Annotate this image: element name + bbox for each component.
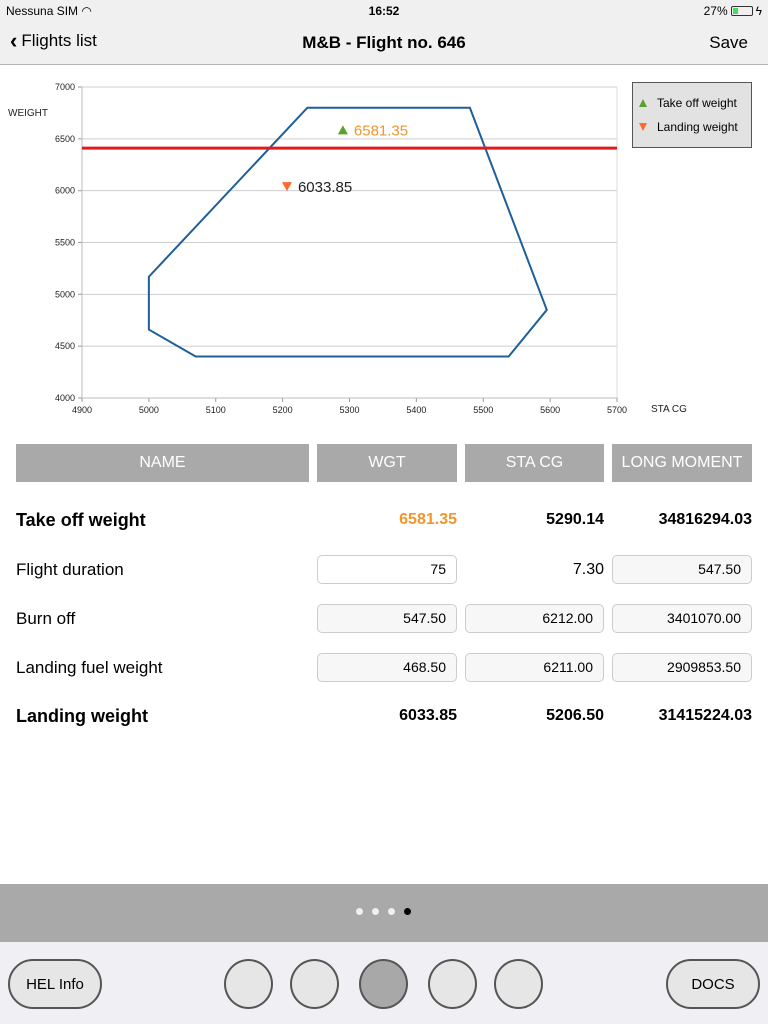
landing-long-moment-value: 31415224.03: [658, 707, 752, 724]
chevron-left-icon: ‹: [10, 28, 18, 53]
bolt-icon: ϟ: [755, 4, 762, 18]
page-control-bar: [0, 884, 768, 942]
y-tick-label: 5500: [55, 238, 75, 248]
y-tick-label: 5000: [55, 289, 75, 299]
battery-fill: [732, 8, 738, 14]
column-header-name: NAME: [16, 444, 309, 482]
docs-button[interactable]: DOCS: [666, 959, 760, 1009]
landing-fuel-sta-cg-field[interactable]: 6211.00: [465, 653, 604, 682]
burn-off-sta-cg-field[interactable]: 6212.00: [465, 604, 604, 633]
x-tick-label: 5100: [206, 405, 226, 415]
landing-fuel-wgt-field[interactable]: 468.50: [317, 653, 457, 682]
x-tick-label: 5700: [607, 405, 627, 415]
row-label-takeoff-weight: Take off weight: [16, 510, 146, 530]
triangle-down-icon: [639, 123, 647, 131]
status-bar: Nessuna SIM ◠ 16:52 27% ϟ: [0, 0, 768, 22]
battery-icon: [730, 6, 753, 16]
x-tick-label: 5200: [273, 405, 293, 415]
back-button[interactable]: ‹ Flights list: [10, 28, 97, 53]
legend-label: Take off weight: [657, 96, 737, 110]
burn-off-wgt-field[interactable]: 547.50: [317, 604, 457, 633]
cg-envelope: [147, 106, 548, 358]
takeoff-long-moment-value: 34816294.03: [658, 511, 752, 528]
hel-info-button[interactable]: HEL Info: [8, 959, 102, 1009]
row-label-landing-weight: Landing weight: [16, 706, 148, 726]
legend-label: Landing weight: [657, 120, 738, 134]
burn-off-moment-field[interactable]: 3401070.00: [612, 604, 752, 633]
landing-wgt-value: 6033.85: [399, 707, 457, 724]
bottom-toolbar: HEL Info DOCS: [0, 942, 768, 1024]
navigation-bar: ‹ Flights list M&B - Flight no. 646 Save: [0, 22, 768, 65]
takeoff-wgt-value: 6581.35: [399, 511, 457, 528]
x-tick-label: 5000: [139, 405, 159, 415]
takeoff-weight-marker: [337, 125, 348, 135]
row-label-landing-fuel-weight: Landing fuel weight: [16, 658, 163, 677]
back-label: Flights list: [21, 31, 97, 50]
y-tick-label: 6000: [55, 186, 75, 196]
x-tick-label: 5500: [473, 405, 493, 415]
takeoff-sta-cg-value: 5290.14: [546, 511, 604, 528]
y-axis-label: WEIGHT: [8, 108, 48, 119]
save-button[interactable]: Save: [709, 33, 748, 53]
data-label: 6581.35: [354, 122, 408, 139]
battery-indicator: 27% ϟ: [704, 4, 762, 18]
column-header-sta-cg: STA CG: [465, 444, 604, 482]
x-tick-label: 5300: [339, 405, 359, 415]
x-tick-label: 5600: [540, 405, 560, 415]
legend-item-landing: Landing weight: [639, 120, 738, 134]
legend-item-takeoff: Take off weight: [639, 96, 737, 110]
page-dot[interactable]: [372, 908, 379, 915]
flight-duration-moment-field[interactable]: 547.50: [612, 555, 752, 584]
triangle-up-icon: [639, 99, 647, 107]
page-title: M&B - Flight no. 646: [302, 33, 466, 52]
landing-fuel-moment-field[interactable]: 2909853.50: [612, 653, 752, 682]
page-dot[interactable]: [388, 908, 395, 915]
landing-weight-marker: [281, 182, 292, 192]
column-header-wgt: WGT: [317, 444, 457, 482]
x-axis-label: STA CG: [651, 404, 687, 415]
data-label: 6033.85: [298, 179, 352, 196]
selector-circle-button[interactable]: [224, 959, 273, 1009]
selector-circle-button[interactable]: [359, 959, 408, 1009]
landing-sta-cg-value: 5206.50: [546, 707, 604, 724]
selector-circle-button[interactable]: [290, 959, 339, 1009]
flight-duration-sta-cg-value: 7.30: [572, 561, 604, 578]
x-tick-label: 4900: [72, 405, 92, 415]
selector-circle-button[interactable]: [428, 959, 477, 1009]
y-tick-label: 6500: [55, 134, 75, 144]
page-dot[interactable]: [356, 908, 363, 915]
page-dots[interactable]: [356, 908, 411, 915]
column-header-long-moment: LONG MOMENT: [612, 444, 752, 482]
y-tick-label: 4000: [55, 393, 75, 403]
y-tick-label: 4500: [55, 341, 75, 351]
selector-circle-button[interactable]: [494, 959, 543, 1009]
chart-legend: Take off weight Landing weight: [632, 82, 752, 148]
flight-duration-input[interactable]: 75: [317, 555, 457, 584]
y-tick-label: 7000: [55, 82, 75, 92]
row-label-flight-duration: Flight duration: [16, 560, 124, 579]
battery-percent: 27%: [703, 4, 728, 18]
page-dot[interactable]: [404, 908, 411, 915]
x-tick-label: 5400: [406, 405, 426, 415]
row-label-burn-off: Burn off: [16, 609, 76, 628]
clock: 16:52: [368, 4, 400, 18]
